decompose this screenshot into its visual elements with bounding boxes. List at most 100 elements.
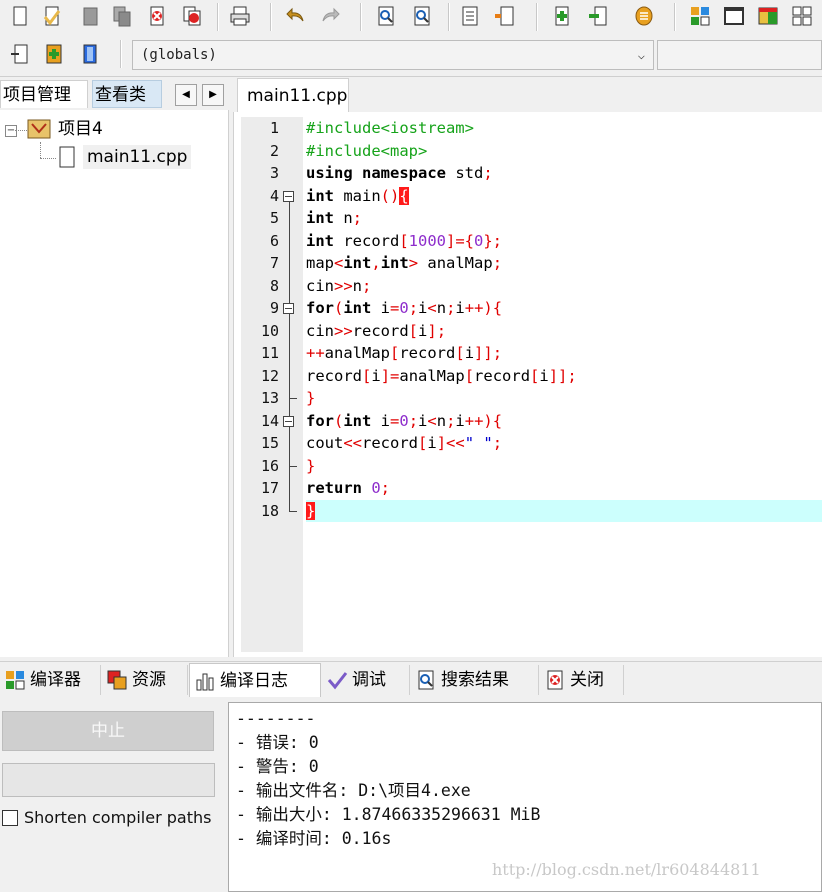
fold-collapse-icon[interactable] [283,415,294,427]
code-token: 1000 [408,231,446,250]
abort-button[interactable]: 中止 [2,711,214,751]
window-icon[interactable] [722,4,746,28]
fold-collapse-icon[interactable] [283,303,294,314]
tab-project-manager[interactable]: 项目管理 [0,80,88,108]
code-token: ( [334,411,344,430]
unindent-icon[interactable] [492,4,516,28]
code-line[interactable]: } [306,499,822,522]
undo-icon[interactable] [284,4,308,28]
code-token: { [399,186,409,205]
code-token: ]={ [446,231,474,250]
line-number: 17 [260,479,279,497]
tab-close[interactable]: 关闭 [540,665,624,695]
fold-collapse-icon[interactable] [283,190,294,202]
new-file-icon[interactable] [8,4,32,28]
code-line[interactable]: ++analMap[record[i]]; [306,342,822,365]
code-token: int [380,254,409,272]
tab-compiler[interactable]: 编译器 [0,665,101,695]
code-token: cin [306,276,334,295]
code-line[interactable]: cin>>n; [306,275,822,298]
code-line[interactable]: int record[1000]={0}; [306,230,822,253]
code-line[interactable]: int n; [306,207,822,230]
members-combo[interactable] [657,40,822,70]
code-line[interactable]: } [306,387,822,410]
code-token: n [436,411,447,430]
log-line: - 错误: 0 [236,733,319,752]
code-token: 0 [474,231,484,250]
color-window-icon[interactable] [756,4,780,28]
code-line[interactable]: using namespace std; [306,162,822,185]
code-line[interactable]: cin>>record[i]; [306,320,822,343]
tab-main11-cpp[interactable]: main11.cpp [237,78,349,112]
redo-icon[interactable] [318,4,342,28]
save-all-icon[interactable] [110,4,134,28]
code-token: ++){ [464,299,503,317]
tab-scroll-left-button[interactable]: ◀ [175,84,197,106]
code-token: ; [408,299,419,317]
tab-compile-log[interactable]: 编译日志 [189,663,321,697]
code-token: ; [380,479,391,497]
code-token: i [464,344,475,362]
insert-icon[interactable] [8,42,32,66]
code-token: ; [492,254,503,272]
code-line[interactable]: #include<iostream> [306,117,822,140]
save-icon[interactable] [78,4,102,28]
goto-bookmark-icon[interactable] [78,42,102,66]
code-token: record [474,366,531,385]
tab-resources[interactable]: 资源 [102,665,188,695]
code-token: #include<iostream> [306,119,474,137]
tree-item-file[interactable]: main11.cpp [83,145,192,169]
code-line[interactable]: #include<map> [306,140,822,163]
code-line[interactable]: record[i]=analMap[record[i]]; [306,365,822,388]
line-number: 11 [260,344,279,362]
code-token: record [362,434,418,452]
layout-grid-icon[interactable] [688,4,712,28]
print-icon[interactable] [228,4,252,28]
code-token: using namespace [306,164,456,182]
close-file-icon[interactable] [145,4,169,28]
code-line[interactable]: for(int i=0;i<n;i++){ [306,297,822,320]
code-line[interactable]: return 0; [306,477,822,500]
code-token: map [306,254,334,272]
tab-class-browser[interactable]: 查看类 [92,80,162,108]
tile-windows-icon[interactable] [790,4,814,28]
code-token: ++){ [464,411,503,430]
code-token: } [306,456,316,475]
code-editor[interactable]: 1 2 3 4 5 6 7 8 9 10 11 12 13 14 15 16 17 18 #include<ios… [233,112,822,657]
indent-icon[interactable] [458,4,482,28]
log-line: - 输出文件名: D:\项目4.exe [236,781,471,800]
code-token: = [390,299,400,317]
code-token: ; [352,209,363,227]
code-line[interactable]: cout<<record[i]<<" "; [306,432,822,455]
fold-guide [289,201,290,303]
tab-scroll-right-button[interactable]: ▶ [202,84,224,106]
chevron-down-icon[interactable]: ⌵ [638,41,645,69]
log-line: -------- [236,709,316,728]
code-line[interactable]: for(int i=0;i<n;i++){ [306,410,822,433]
compile-progress-bar [2,763,215,797]
toggle-bookmark-icon[interactable] [42,42,66,66]
line-number: 5 [269,209,279,227]
shorten-paths-checkbox[interactable] [2,810,18,826]
project-options-icon[interactable] [632,4,656,28]
code-token: i [539,366,549,385]
code-token: 0 [371,479,381,497]
find-icon[interactable] [374,4,398,28]
code-line[interactable]: map<int,int> analMap; [306,252,822,275]
add-to-project-icon[interactable] [550,4,574,28]
close-all-icon[interactable] [180,4,204,28]
open-file-icon[interactable] [40,4,64,28]
code-token: std [455,164,484,182]
tree-item-project[interactable]: 项目4 [58,117,103,141]
tab-search-results[interactable]: 搜索结果 [411,665,539,695]
code-token: < [427,411,437,430]
replace-icon[interactable] [410,4,434,28]
code-line[interactable]: int main(){ [306,185,822,208]
code-token: int [306,209,344,227]
code-token: ; [362,276,372,295]
globals-combo[interactable]: (globals) ⌵ [132,40,654,70]
code-line[interactable]: } [306,455,822,478]
remove-from-project-icon[interactable] [586,4,610,28]
bar-chart-icon [196,673,214,690]
tab-debug[interactable]: 调试 [322,665,410,695]
